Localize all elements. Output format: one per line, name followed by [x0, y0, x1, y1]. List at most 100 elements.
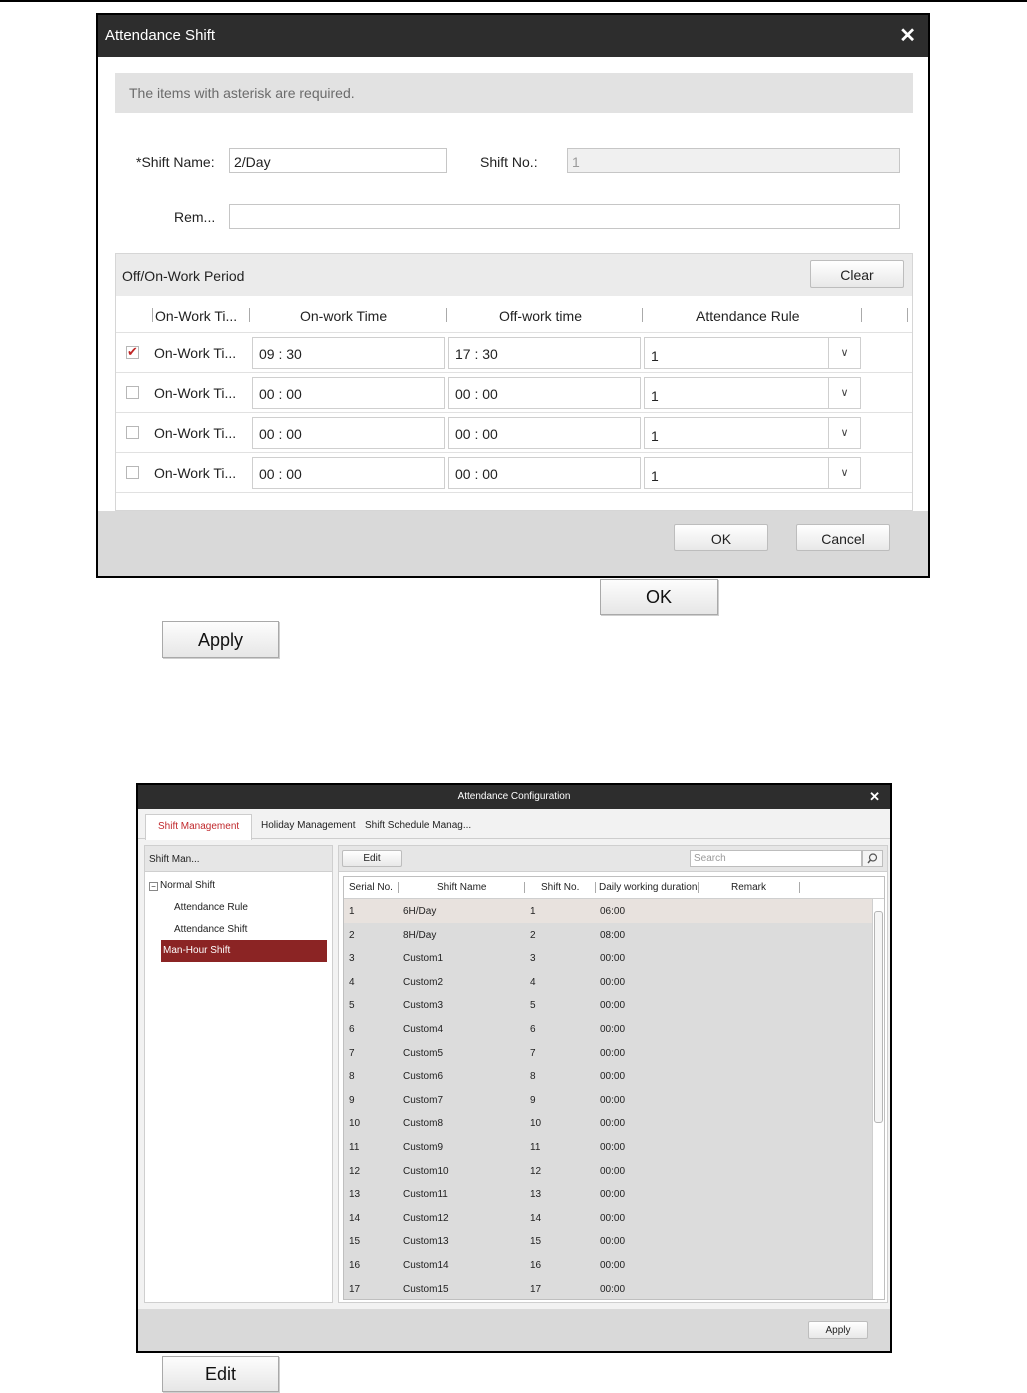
cell-shift-name: Custom9	[403, 1142, 444, 1153]
cell-daily-duration: 00:00	[600, 976, 626, 988]
rule-value: 1	[651, 388, 659, 404]
dialog-footer: Apply	[138, 1309, 890, 1351]
table-row[interactable]: 3 Custom1 3 00:00	[344, 946, 872, 970]
cell-shift-name: Custom7	[403, 1094, 444, 1106]
off-work-time-input[interactable]: 00 : 00	[448, 417, 641, 449]
chevron-down-icon[interactable]: ∨	[828, 418, 860, 448]
dialog-title: Attendance Shift	[105, 27, 216, 44]
period-name: On-Work Ti...	[154, 425, 237, 441]
off-work-time-input[interactable]: 00 : 00	[448, 457, 641, 489]
cell-daily-duration: 00:00	[600, 1000, 626, 1012]
cancel-button[interactable]: Cancel	[796, 524, 890, 551]
table-row[interactable]: 16 Custom14 16 00:00	[344, 1253, 872, 1277]
search-input[interactable]: Search	[690, 850, 862, 867]
table-row[interactable]: 11 Custom9 11 00:00	[344, 1135, 872, 1159]
tab-shift-management[interactable]: Shift Management	[145, 814, 253, 840]
table-row[interactable]: 15 Custom13 15 00:00	[344, 1229, 872, 1253]
attendance-rule-select[interactable]: 1 ∨	[644, 417, 861, 449]
cell-serial-no: 6	[349, 1024, 355, 1035]
shift-list-panel: Edit Search Serial No. Shift Name Shift …	[338, 845, 888, 1303]
dialog-title: Attendance Configuration	[457, 791, 571, 802]
off-work-time-input[interactable]: 17 : 30	[448, 337, 641, 369]
chevron-down-icon[interactable]: ∨	[828, 378, 860, 408]
edit-button-sample[interactable]: Edit	[162, 1356, 279, 1392]
cell-daily-duration: 00:00	[600, 1094, 626, 1106]
row-checkbox[interactable]	[126, 344, 139, 360]
attendance-configuration-dialog: Attendance Configuration ✕ Shift Managem…	[136, 783, 892, 1353]
cell-shift-no: 10	[530, 1118, 542, 1130]
cell-daily-duration: 06:00	[600, 906, 626, 917]
cell-shift-name: Custom3	[403, 1000, 444, 1012]
on-work-time-input[interactable]: 00 : 00	[252, 417, 445, 449]
clear-button[interactable]: Clear	[810, 260, 904, 288]
apply-button-sample[interactable]: Apply	[162, 621, 279, 658]
remark-input[interactable]	[229, 204, 900, 229]
chevron-down-icon[interactable]: ∨	[828, 458, 860, 488]
table-row[interactable]: 8 Custom6 8 00:00	[344, 1064, 872, 1088]
cell-serial-no: 11	[349, 1142, 360, 1153]
dialog-footer: OK Cancel	[98, 511, 928, 576]
attendance-rule-select[interactable]: 1 ∨	[644, 457, 861, 489]
on-work-time-input[interactable]: 09 : 30	[252, 337, 445, 369]
cell-serial-no: 10	[349, 1118, 361, 1130]
tab-holiday-management[interactable]: Holiday Management	[261, 820, 356, 831]
close-icon[interactable]: ✕	[869, 789, 880, 805]
on-work-time-input[interactable]: 00 : 00	[252, 377, 445, 409]
table-row[interactable]: 13 Custom11 13 00:00	[344, 1182, 872, 1206]
on-work-time-input[interactable]: 00 : 00	[252, 457, 445, 489]
search-icon[interactable]	[862, 850, 883, 867]
cell-serial-no: 8	[349, 1071, 355, 1083]
cell-shift-no: 9	[530, 1094, 536, 1106]
row-checkbox[interactable]	[126, 386, 139, 399]
table-row[interactable]: 7 Custom5 7 00:00	[344, 1041, 872, 1065]
row-checkbox[interactable]	[126, 426, 139, 439]
cell-shift-no: 3	[530, 953, 536, 965]
cell-shift-no: 8	[530, 1071, 536, 1083]
page-top-rule	[0, 0, 1027, 2]
tab-bar: Shift Management Holiday Management Shif…	[138, 809, 890, 840]
edit-button[interactable]: Edit	[342, 850, 402, 867]
attendance-rule-select[interactable]: 1 ∨	[644, 377, 861, 409]
attendance-shift-dialog: Attendance Shift ✕ The items with asteri…	[96, 13, 930, 578]
shift-name-input[interactable]: 2/Day	[229, 148, 447, 173]
column-period-name: On-Work Ti...	[155, 308, 238, 324]
tree-item-man-hour-shift[interactable]: Man-Hour Shift	[161, 940, 327, 962]
cell-shift-no: 5	[530, 1000, 536, 1012]
chevron-down-icon[interactable]: ∨	[828, 338, 860, 368]
cell-shift-name: Custom15	[403, 1283, 449, 1295]
table-row[interactable]: 1 6H/Day 1 06:00	[344, 899, 872, 923]
collapse-icon[interactable]: −	[149, 882, 158, 891]
cell-daily-duration: 08:00	[600, 929, 626, 941]
rule-value: 1	[651, 428, 659, 444]
cell-shift-name: Custom2	[403, 976, 444, 988]
table-row[interactable]: 14 Custom12 14 00:00	[344, 1206, 872, 1230]
column-remark: Remark	[731, 882, 767, 893]
tree-item-attendance-shift[interactable]: Attendance Shift	[174, 924, 247, 935]
cell-daily-duration: 00:00	[600, 1071, 626, 1083]
table-row[interactable]: 9 Custom7 9 00:00	[344, 1088, 872, 1112]
table-row[interactable]: 6 Custom4 6 00:00	[344, 1017, 872, 1041]
off-work-time-input[interactable]: 00 : 00	[448, 377, 641, 409]
table-row[interactable]: 5 Custom3 5 00:00	[344, 993, 872, 1017]
attendance-rule-select[interactable]: 1 ∨	[644, 337, 861, 369]
table-row[interactable]: 2 8H/Day 2 08:00	[344, 923, 872, 947]
ok-button-sample[interactable]: OK	[600, 579, 718, 615]
ok-button[interactable]: OK	[674, 524, 768, 551]
table-row[interactable]: 17 Custom15 17 00:00	[344, 1277, 872, 1299]
apply-button[interactable]: Apply	[808, 1321, 868, 1339]
cell-daily-duration: 00:00	[600, 1212, 626, 1224]
shift-no-input: 1	[567, 148, 900, 173]
tab-shift-schedule-management[interactable]: Shift Schedule Manag...	[365, 820, 471, 831]
table-row[interactable]: 4 Custom2 4 00:00	[344, 970, 872, 994]
tree-item-normal-shift[interactable]: − Normal Shift	[149, 880, 215, 891]
table-row[interactable]: 12 Custom10 12 00:00	[344, 1159, 872, 1183]
tree-item-attendance-rule[interactable]: Attendance Rule	[174, 902, 248, 913]
close-icon[interactable]: ✕	[899, 23, 916, 48]
cell-daily-duration: 00:00	[600, 1047, 626, 1059]
table-row[interactable]: 10 Custom8 10 00:00	[344, 1111, 872, 1135]
row-checkbox[interactable]	[126, 466, 139, 479]
cell-shift-no: 17	[530, 1283, 542, 1295]
scrollbar-thumb[interactable]	[874, 911, 883, 1123]
cell-shift-no: 2	[530, 929, 536, 941]
table-scrollbar[interactable]	[872, 899, 884, 1299]
